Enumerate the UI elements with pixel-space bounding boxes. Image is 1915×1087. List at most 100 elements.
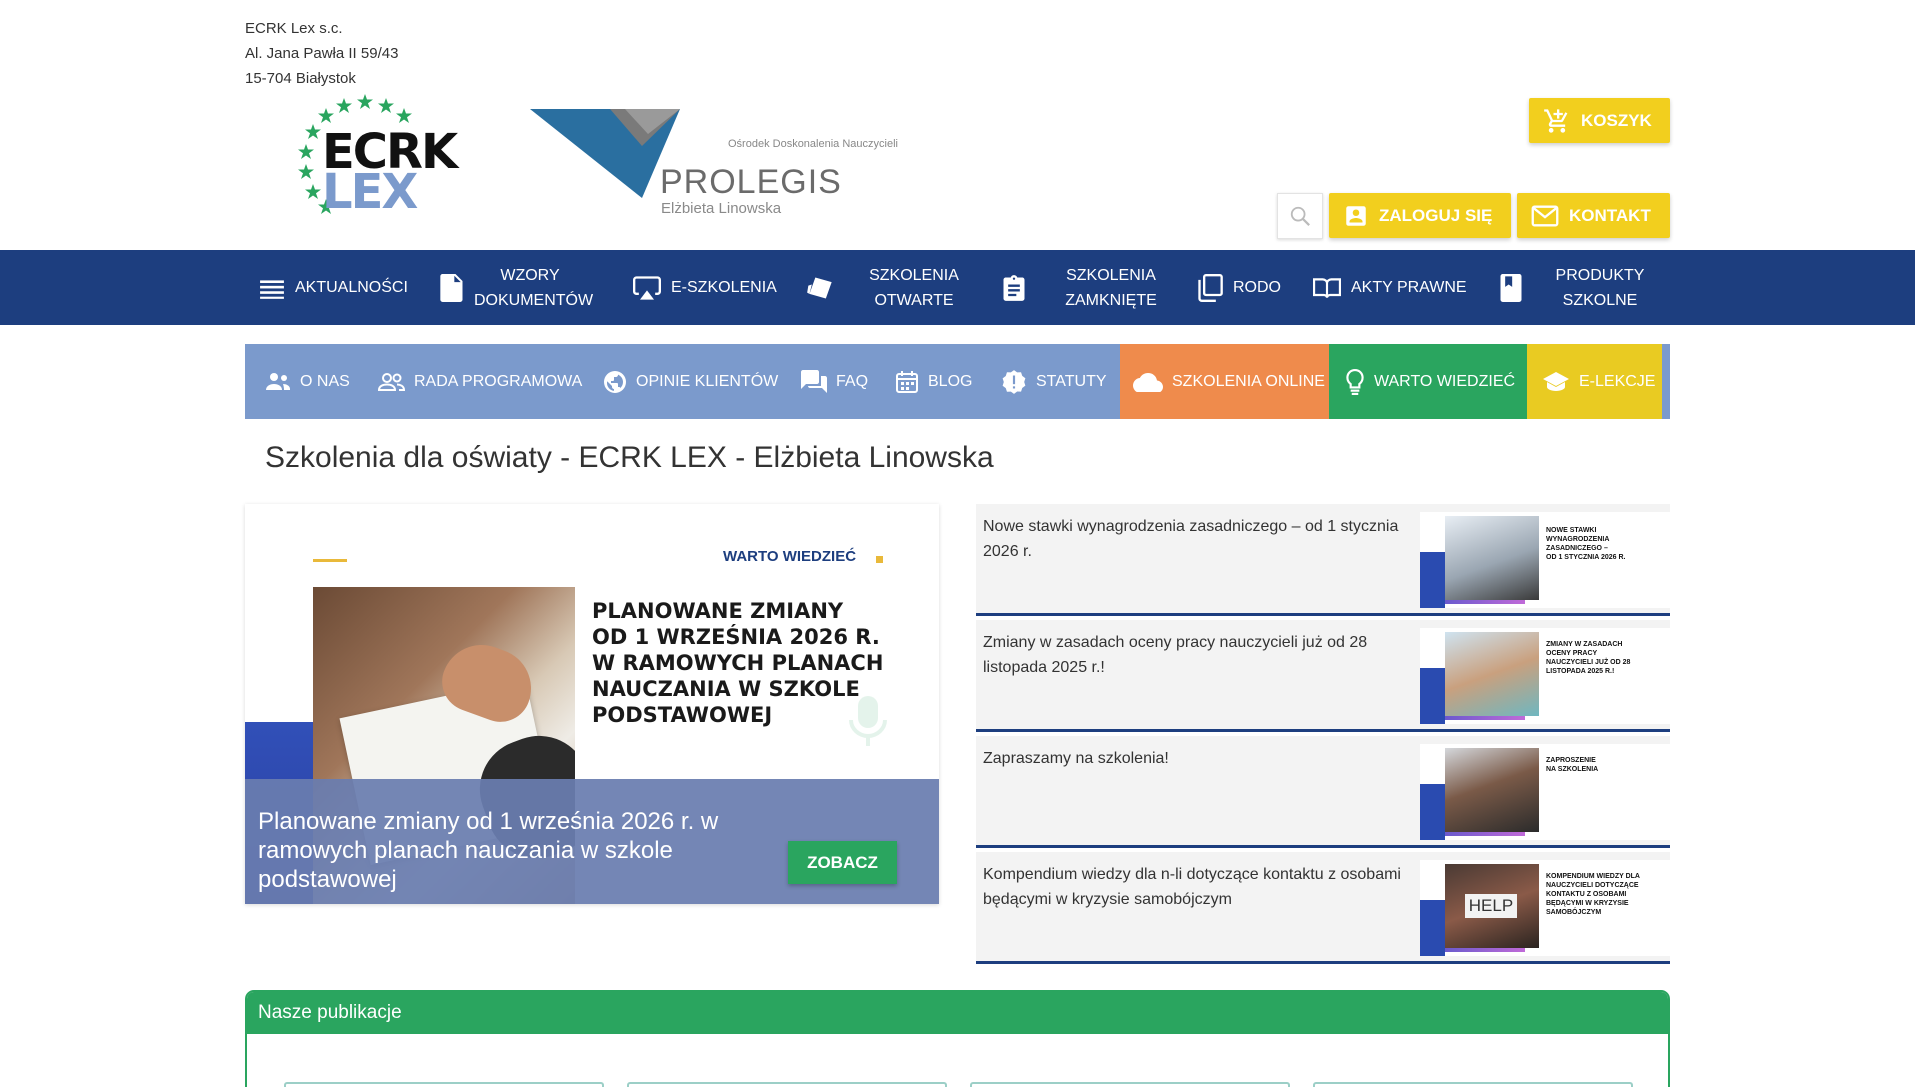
people-icon — [266, 372, 290, 390]
news-item-title: Nowe stawki wynagrodzenia zasadniczego –… — [983, 518, 1399, 560]
nav-item-rodo[interactable]: RODO — [1197, 250, 1281, 325]
thumb-heading: NOWE STAWKI WYNAGRODZENIA ZASADNICZEGO –… — [1546, 527, 1626, 561]
nav-item-aktualnosci[interactable]: AKTUALNOŚCI — [259, 250, 408, 325]
thumb-heading: KOMPENDIUM WIEDZY DLA NAUCZYCIELI DOTYCZ… — [1546, 873, 1640, 916]
company-address: ECRK Lex s.c. Al. Jana Pawła II 59/43 15… — [245, 16, 398, 91]
thumb-photo — [1445, 748, 1539, 832]
nav-item-szkolenia-zamkniete[interactable]: SZKOLENIA ZAMKNIĘTE — [1002, 250, 1186, 325]
news-item[interactable]: Nowe stawki wynagrodzenia zasadniczego –… — [976, 504, 1670, 616]
book-icon — [1500, 273, 1522, 302]
copy-icon — [1198, 273, 1223, 302]
ecrk-logo-text: ECRK LEX — [322, 124, 458, 220]
hero-badge: WARTO WIEDZIEĆ — [723, 548, 857, 565]
hero-caption: Planowane zmiany od 1 września 2026 r. w… — [245, 779, 939, 904]
news-thumbnail: NOWE STAWKI WYNAGRODZENIA ZASADNICZEGO –… — [1420, 512, 1670, 608]
publication-card[interactable] — [1313, 1082, 1633, 1087]
hero-accent-line — [313, 559, 347, 562]
publication-card[interactable] — [627, 1082, 947, 1087]
company-name: ECRK Lex s.c. — [245, 20, 343, 37]
cart-button[interactable]: KOSZYK — [1529, 98, 1670, 143]
subnav-item-faq[interactable]: FAQ — [801, 344, 868, 419]
subnav-item-e-lekcje[interactable]: E-LEKCJE — [1542, 344, 1655, 419]
thumb-blue-bar — [1420, 668, 1445, 724]
thumb-purple-bar — [1445, 600, 1525, 604]
prolegis-logo[interactable]: Ośrodek Doskonalenia Nauczycieli PROLEGI… — [530, 106, 950, 220]
subnav-item-o-nas[interactable]: O NAS — [265, 344, 350, 419]
contact-button[interactable]: KONTAKT — [1517, 193, 1670, 238]
thumb-photo: HELP — [1445, 864, 1539, 948]
contact-label: KONTAKT — [1569, 205, 1651, 225]
cart-label: KOSZYK — [1581, 110, 1652, 130]
news-item[interactable]: Kompendium wiedzy dla n-li dotyczące kon… — [976, 852, 1670, 964]
nav-item-akty-prawne[interactable]: AKTY PRAWNE — [1313, 250, 1467, 325]
mail-icon — [1531, 205, 1559, 226]
login-button[interactable]: ZALOGUJ SIĘ — [1329, 193, 1511, 238]
book-open-icon — [1313, 277, 1341, 298]
thumb-blue-bar — [1420, 784, 1445, 840]
thumb-purple-bar — [1445, 948, 1525, 952]
news-thumbnail: ZMIANY W ZASADACH OCENY PRACY NAUCZYCIEL… — [1420, 628, 1670, 724]
subnav-item-warto-wiedziec[interactable]: WARTO WIEDZIEĆ — [1345, 344, 1515, 419]
thumb-purple-bar — [1445, 716, 1525, 720]
subnav-item-szkolenia-online[interactable]: SZKOLENIA ONLINE — [1133, 344, 1325, 419]
hero-caption-text: Planowane zmiany od 1 września 2026 r. w… — [258, 808, 719, 893]
main-navigation: AKTUALNOŚCI WZORY DOKUMENTÓW E-SZKOLENIA… — [0, 250, 1915, 325]
help-sign: HELP — [1465, 894, 1517, 918]
prolegis-tagline: Ośrodek Doskonalenia Nauczycieli — [728, 138, 898, 150]
page-title: Szkolenia dla oświaty - ECRK LEX - Elżbi… — [265, 441, 994, 474]
thumb-purple-bar — [1445, 832, 1525, 836]
layers-icon — [807, 277, 832, 298]
thumb-heading: ZMIANY W ZASADACH OCENY PRACY NAUCZYCIEL… — [1546, 641, 1631, 675]
thumb-photo — [1445, 516, 1539, 600]
prolegis-name: PROLEGIS — [660, 163, 842, 201]
hero-badge-dot — [876, 556, 883, 563]
school-icon — [1543, 371, 1569, 391]
chat-icon — [801, 369, 827, 393]
cloud-icon — [1133, 372, 1163, 392]
nav-item-produkty-szkolne[interactable]: PRODUKTY SZKOLNE — [1500, 250, 1668, 325]
publication-card[interactable] — [284, 1082, 604, 1087]
login-label: ZALOGUJ SIĘ — [1379, 205, 1493, 225]
news-thumbnail: HELP KOMPENDIUM WIEDZY DLA NAUCZYCIELI D… — [1420, 860, 1670, 956]
news-item-title: Zmiany w zasadach oceny pracy nauczyciel… — [983, 634, 1368, 676]
secondary-navigation: O NAS RADA PROGRAMOWA OPINIE KLIENTÓW FA… — [245, 344, 1670, 419]
list-icon — [260, 279, 284, 299]
zobacz-button[interactable]: ZOBACZ — [788, 841, 897, 884]
account-box-icon — [1346, 205, 1366, 226]
bulb-icon — [1346, 368, 1364, 395]
prolegis-person: Elżbieta Linowska — [661, 200, 782, 217]
search-button[interactable] — [1277, 193, 1323, 239]
cart-icon — [1544, 108, 1568, 133]
thumb-heading: ZAPROSZENIE NA SZKOLENIA — [1546, 757, 1599, 773]
hero-slide[interactable]: WARTO WIEDZIEĆ PLANOWANE ZMIANY OD 1 WRZ… — [245, 504, 939, 904]
microphone-watermark-icon — [849, 696, 887, 746]
news-item-title: Kompendium wiedzy dla n-li dotyczące kon… — [983, 866, 1401, 908]
ecrk-lex-logo[interactable]: ECRK LEX — [286, 92, 496, 222]
calendar-icon — [896, 370, 918, 393]
publications-section: Nasze publikacje — [245, 990, 1670, 1087]
publication-card[interactable] — [970, 1082, 1290, 1087]
company-street: Al. Jana Pawła II 59/43 — [245, 45, 399, 62]
thumb-blue-bar — [1420, 900, 1445, 956]
thumb-blue-bar — [1420, 552, 1445, 608]
group-icon — [377, 372, 405, 391]
subnav-item-statuty[interactable]: STATUTY — [1001, 344, 1107, 419]
badge-icon — [1002, 369, 1026, 394]
subnav-item-rada-programowa[interactable]: RADA PROGRAMOWA — [377, 344, 582, 419]
nav-item-szkolenia-otwarte[interactable]: SZKOLENIA OTWARTE — [806, 250, 984, 325]
nav-item-e-szkolenia[interactable]: E-SZKOLENIA — [633, 250, 777, 325]
airplay-icon — [633, 275, 661, 300]
nav-item-wzory-dokumentow[interactable]: WZORY DOKUMENTÓW — [440, 250, 593, 325]
news-thumbnail: ZAPROSZENIE NA SZKOLENIA — [1420, 744, 1670, 840]
subnav-item-opinie-klientow[interactable]: OPINIE KLIENTÓW — [603, 344, 778, 419]
subnav-item-blog[interactable]: BLOG — [895, 344, 972, 419]
search-icon — [1290, 206, 1310, 226]
news-item[interactable]: Zapraszamy na szkolenia! ZAPROSZENIE NA … — [976, 736, 1670, 848]
publications-heading: Nasze publikacje — [247, 992, 1668, 1034]
news-item-title: Zapraszamy na szkolenia! — [983, 750, 1169, 767]
document-icon — [440, 273, 463, 302]
news-item[interactable]: Zmiany w zasadach oceny pracy nauczyciel… — [976, 620, 1670, 732]
globe-icon — [604, 370, 626, 393]
clipboard-icon — [1003, 274, 1025, 301]
thumb-photo — [1445, 632, 1539, 716]
